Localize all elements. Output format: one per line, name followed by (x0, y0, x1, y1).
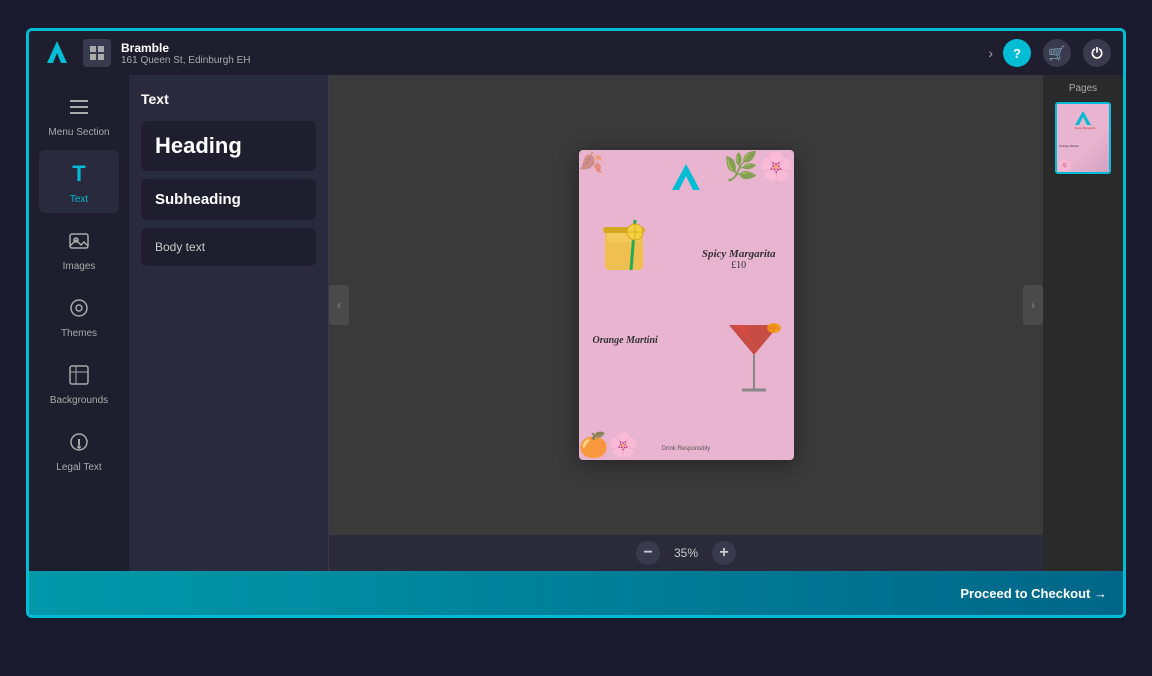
sidebar-label-images: Images (63, 261, 96, 272)
sidebar-item-images[interactable]: Images (39, 217, 119, 280)
text-icon: T (63, 158, 95, 190)
text-option-heading[interactable]: Heading (141, 121, 316, 171)
top-bar-right: ? 🛒 ⏻ (1003, 39, 1111, 67)
zoom-value: 35% (668, 546, 704, 560)
chevron-right-icon[interactable]: › (988, 45, 993, 61)
sidebar-label-text: Text (70, 194, 88, 205)
page-thumbnail-1[interactable]: Spicy Margarita Orange Martini 🌸 (1055, 102, 1111, 174)
backgrounds-icon (63, 359, 95, 391)
grid-icon-button[interactable] (83, 39, 111, 67)
text-option-subheading[interactable]: Subheading (141, 179, 316, 220)
app-frame: Bramble 161 Queen St, Edinburgh EH › ? 🛒… (26, 28, 1126, 618)
sidebar-label-legal-text: Legal Text (56, 462, 101, 473)
text-panel: Text Heading Subheading Body text (129, 75, 329, 571)
zoom-in-button[interactable]: + (712, 541, 736, 565)
main-content: Menu Section T Text Images (29, 75, 1123, 571)
canvas-main[interactable]: ‹ 🌿🌸 🍂 🍊🌸 (329, 75, 1043, 535)
zoom-bar: − 35% + (329, 535, 1043, 571)
legal-text-icon (63, 426, 95, 458)
nav-arrow-right[interactable]: › (1023, 285, 1043, 325)
cocktail-1-price: £10 (702, 260, 776, 271)
cocktail-glass-2 (724, 320, 784, 410)
deco-top-right: 🌿🌸 (724, 150, 794, 183)
nav-arrow-left[interactable]: ‹ (329, 285, 349, 325)
top-bar: Bramble 161 Queen St, Edinburgh EH › ? 🛒… (29, 31, 1123, 75)
sidebar-item-themes[interactable]: Themes (39, 284, 119, 347)
checkout-button[interactable]: Proceed to Checkout → (960, 586, 1107, 601)
venue-name: Bramble (121, 41, 978, 55)
sidebar-item-menu-section[interactable]: Menu Section (39, 83, 119, 146)
menu-section-icon (63, 91, 95, 123)
cocktail-text-2: Orange Martini (593, 335, 658, 346)
thumb-text-2: Orange Martini (1059, 144, 1109, 148)
text-option-bodytext[interactable]: Body text (141, 228, 316, 266)
themes-icon (63, 292, 95, 324)
help-button[interactable]: ? (1003, 39, 1031, 67)
drink-responsibly: Drink Responsibly (662, 446, 710, 452)
sidebar-item-legal-text[interactable]: Legal Text (39, 418, 119, 481)
deco-bottom-left: 🍊🌸 (579, 431, 639, 460)
exit-button[interactable]: ⏻ (1083, 39, 1111, 67)
deco-top-left: 🍂 (579, 150, 604, 175)
thumb-text: Spicy Margarita (1059, 126, 1109, 130)
zoom-out-button[interactable]: − (636, 541, 660, 565)
cocktail-glass-1 (593, 210, 658, 290)
bottom-bar: Proceed to Checkout → (29, 571, 1123, 615)
app-logo (41, 37, 73, 69)
cart-button[interactable]: 🛒 (1043, 39, 1071, 67)
cocktail-1-name: Spicy Margarita (702, 248, 776, 260)
cocktail-text-1: Spicy Margarita £10 (702, 248, 776, 271)
sidebar-label-backgrounds: Backgrounds (50, 395, 108, 406)
menu-card[interactable]: 🌿🌸 🍂 🍊🌸 (579, 150, 794, 460)
pages-label: Pages (1069, 83, 1097, 94)
sidebar-label-menu-section: Menu Section (48, 127, 109, 138)
left-sidebar: Menu Section T Text Images (29, 75, 129, 571)
pages-panel: Pages Spicy Margarita Orange Martini 🌸 (1043, 75, 1123, 571)
thumb-deco: 🌸 (1057, 158, 1072, 172)
sidebar-item-text[interactable]: T Text (39, 150, 119, 213)
panel-title: Text (141, 91, 316, 107)
canvas-area: ‹ 🌿🌸 🍂 🍊🌸 (329, 75, 1043, 571)
page-thumb-inner: Spicy Margarita Orange Martini 🌸 (1057, 104, 1109, 172)
venue-info: Bramble 161 Queen St, Edinburgh EH (121, 41, 978, 66)
sidebar-item-backgrounds[interactable]: Backgrounds (39, 351, 119, 414)
cocktail-2-name: Orange Martini (593, 335, 658, 346)
card-logo (668, 162, 704, 198)
sidebar-label-themes: Themes (61, 328, 97, 339)
images-icon (63, 225, 95, 257)
venue-address: 161 Queen St, Edinburgh EH (121, 55, 978, 66)
